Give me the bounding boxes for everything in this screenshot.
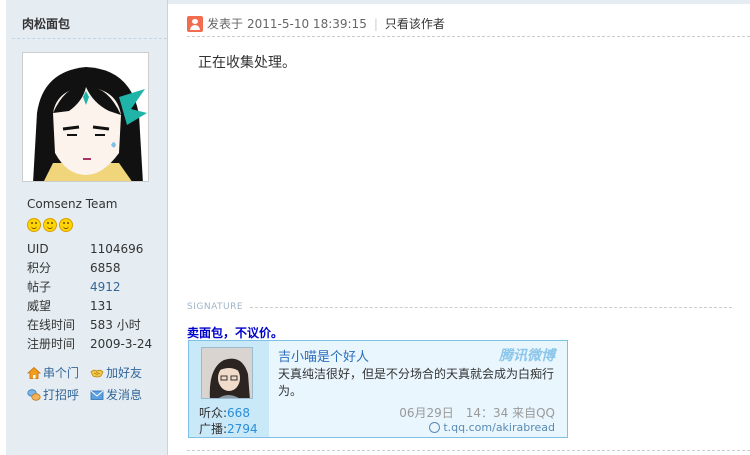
header-divider [187,36,750,37]
username-link[interactable]: 肉松面包 [22,15,70,32]
weibo-url[interactable]: t.qq.com/akirabread [443,421,555,434]
add-friend-button[interactable]: 加好友 [90,362,153,384]
stat-register-date: 注册时间 2009-3-24 [27,335,152,354]
only-author-link[interactable]: 只看该作者 [385,15,445,32]
stat-posts: 帖子 4912 [27,278,152,297]
stat-uid: UID 1104696 [27,240,152,259]
greet-button[interactable]: 打招呼 [27,384,90,406]
posted-time: 2011-5-10 18:39:15 [247,16,367,31]
stat-label: 积分 [27,261,52,275]
avatar[interactable] [22,52,149,182]
greet-label: 打招呼 [43,388,80,402]
listeners-label: 听众: [199,406,228,420]
stat-value: 6858 [90,261,121,275]
signature-divider [250,307,732,308]
stat-online-time: 在线时间 583 小时 [27,316,152,335]
listeners-value[interactable]: 668 [227,406,250,420]
posted-label: 发表于 [207,17,244,31]
magnifier-icon [429,422,441,433]
stat-value: 583 小时 [90,318,141,332]
post-content: 正在收集处理。 [198,55,296,71]
smiley-icon [43,218,57,232]
divider: | [373,16,378,31]
signature-label: SIGNATURE [187,302,244,312]
stat-label: 威望 [27,299,52,313]
stat-prestige: 威望 131 [27,297,152,316]
handshake-icon [90,369,104,378]
home-icon [27,366,41,379]
chat-bubble-icon [27,389,41,401]
user-stats: UID 1104696 积分 6858 帖子 4912 威望 131 在线时间 … [27,240,152,354]
stat-value: 1104696 [90,242,144,256]
smiley-icon [27,218,41,232]
stat-label: 帖子 [27,280,52,294]
online-user-icon [187,15,203,32]
avatar-image [23,53,148,181]
broadcasts-label: 广播: [199,422,228,436]
stat-posts-link[interactable]: 4912 [90,278,121,297]
add-friend-label: 加好友 [106,366,143,380]
divider [12,38,167,39]
stat-value: 2009-3-24 [90,337,153,351]
visit-label: 串个门 [43,366,80,380]
weibo-brand-logo[interactable]: 腾讯微博 [499,345,555,365]
broadcasts-value[interactable]: 2794 [227,422,258,436]
user-group[interactable]: Comsenz Team [27,197,117,211]
weibo-user-name[interactable]: 吉小喵是个好人 [278,346,369,365]
listeners-count: 听众:668 [199,404,250,421]
broadcasts-count: 广播:2794 [199,420,258,437]
smiley-icon [59,218,73,232]
send-message-button[interactable]: 发消息 [90,384,153,406]
top-strip [168,0,750,4]
weibo-avatar[interactable] [201,347,253,399]
weibo-card[interactable]: 听众:668 广播:2794 吉小喵是个好人 腾讯微博 天真纯洁很好，但是不分场… [188,340,568,438]
post-header: 发表于 2011-5-10 18:39:15 | 只看该作者 [187,15,445,32]
user-actions: 串个门 加好友 打招呼 发消息 [27,362,153,406]
stat-value: 131 [90,299,113,313]
user-sidebar: 肉松面包 Comsenz Team UID 1104696 积分 6858 帖子… [6,0,168,455]
stat-label: 注册时间 [27,337,76,351]
rank-icons [27,218,73,232]
stat-label: UID [27,242,49,256]
signature-text: 卖面包，不议价。 [187,326,284,340]
stat-label: 在线时间 [27,318,76,332]
stat-credits: 积分 6858 [27,259,152,278]
weibo-card-sidebar: 听众:668 广播:2794 [189,341,269,437]
envelope-icon [90,390,104,400]
visit-button[interactable]: 串个门 [27,362,90,384]
weibo-url-row[interactable]: t.qq.com/akirabread [429,421,555,434]
message-label: 发消息 [106,388,143,402]
weibo-message: 天真纯洁很好，但是不分场合的天真就会成为白痴行为。 [278,367,555,398]
weibo-avatar-image [202,348,252,398]
weibo-meta: 06月29日 14：34 来自QQ [399,406,555,420]
post-footer-divider [187,450,750,451]
